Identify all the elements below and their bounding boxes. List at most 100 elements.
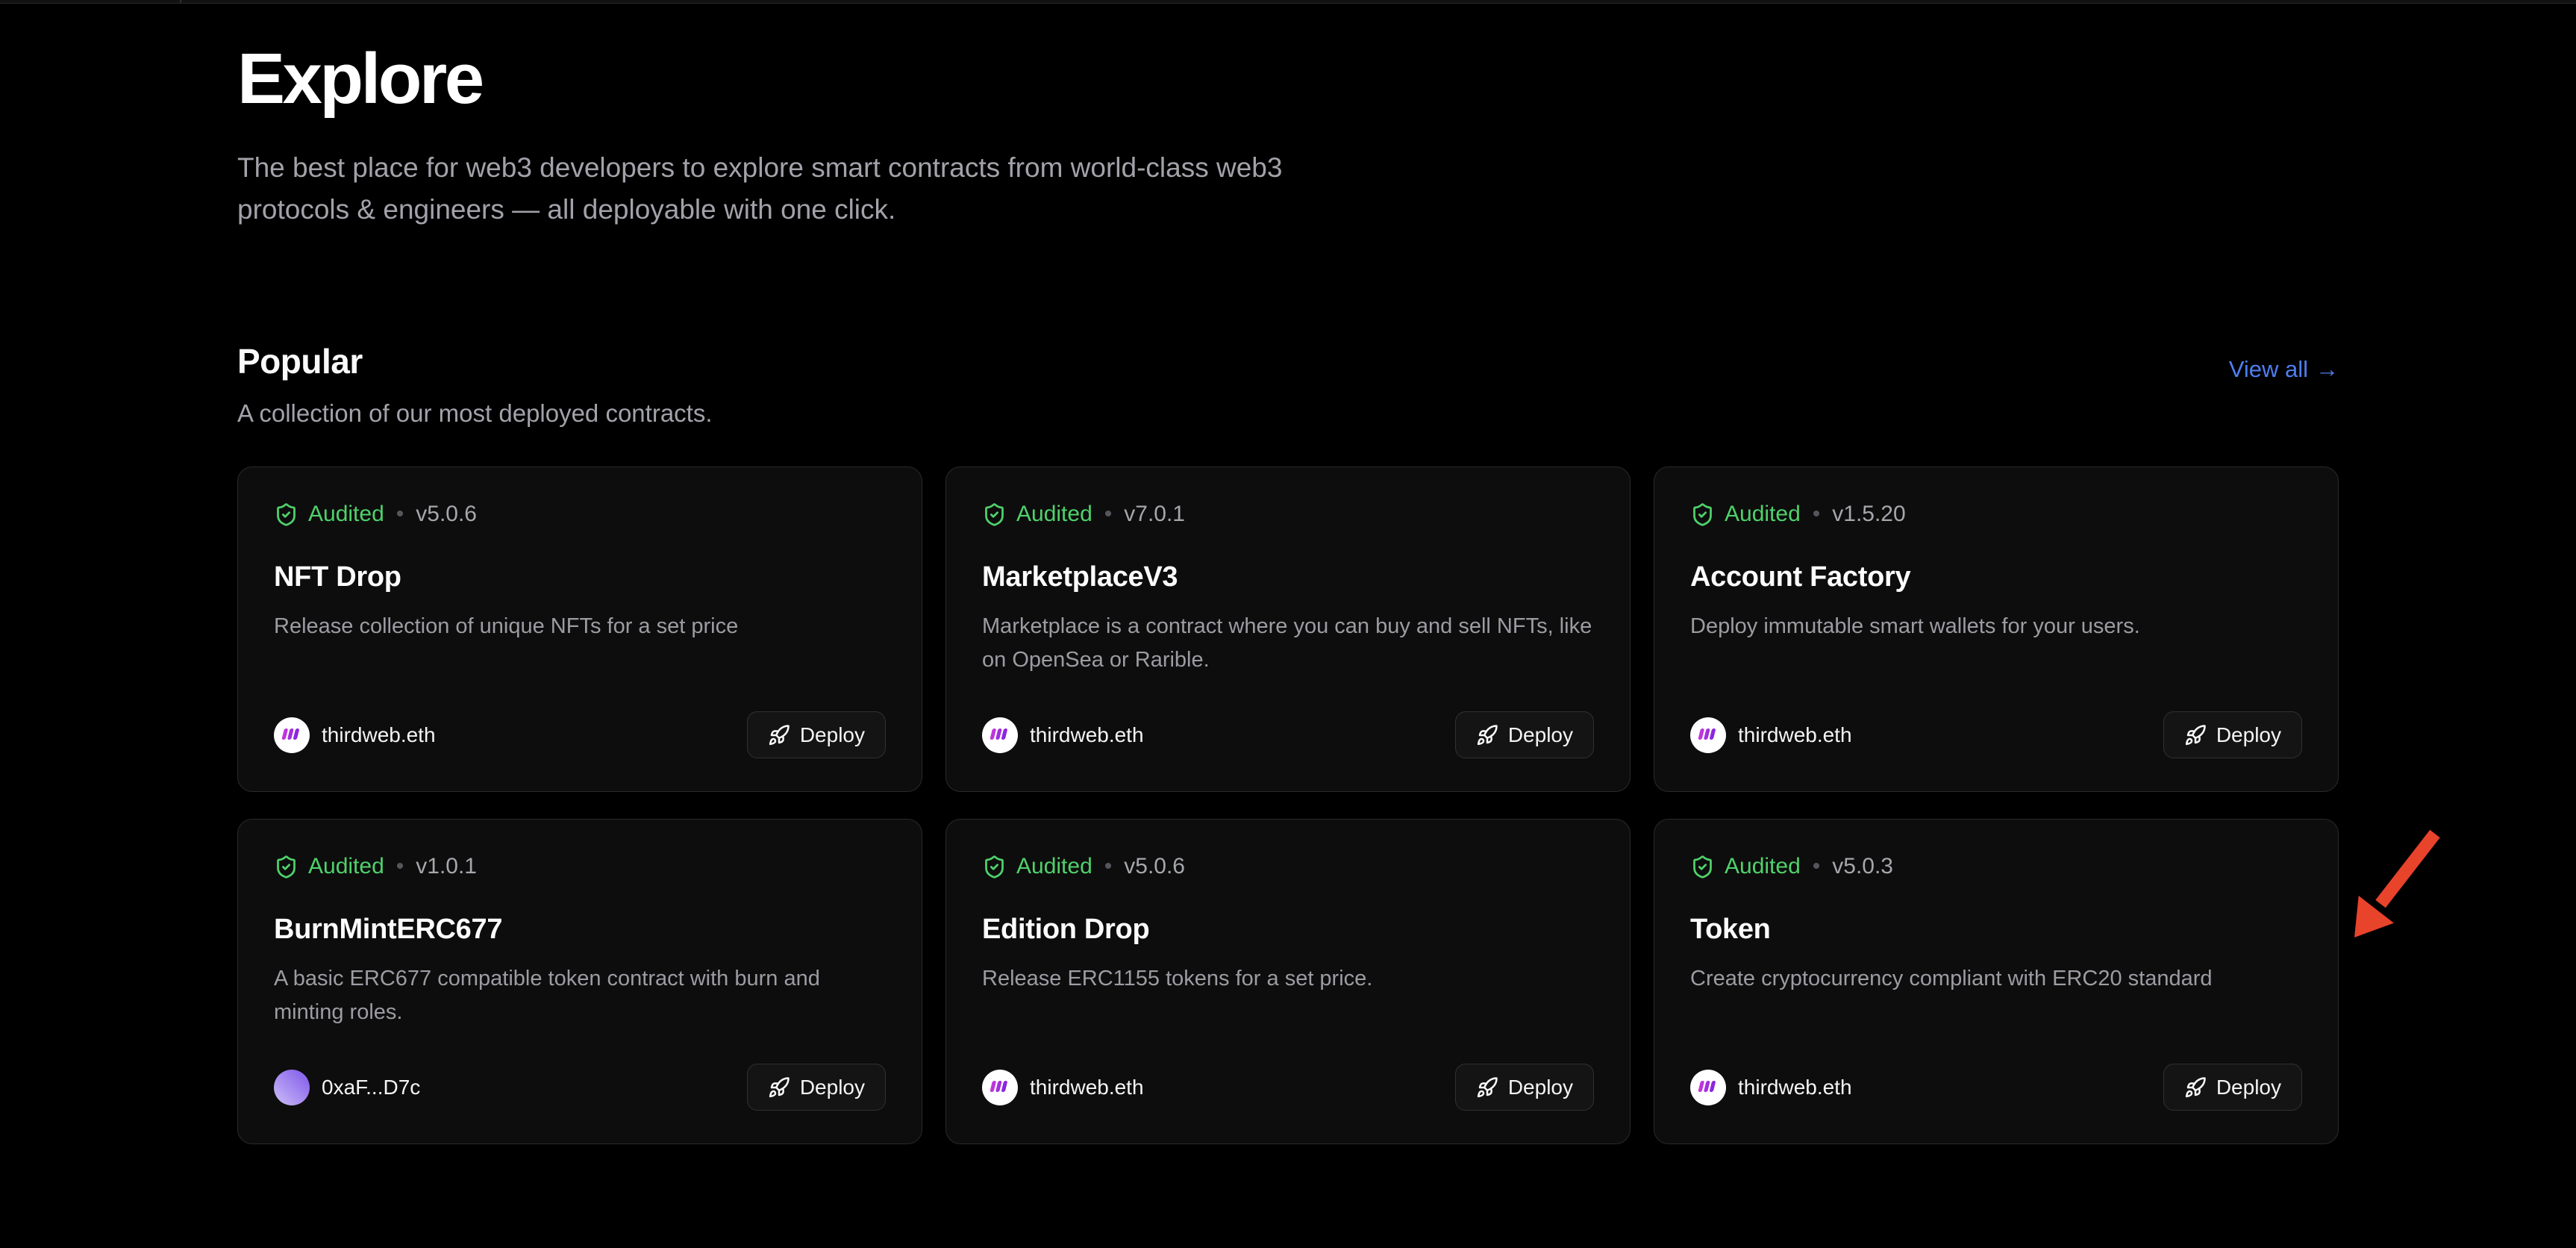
deploy-button[interactable]: Deploy <box>1455 711 1594 758</box>
deploy-button[interactable]: Deploy <box>747 711 886 758</box>
contract-description: Marketplace is a contract where you can … <box>982 610 1594 677</box>
publisher-avatar <box>1690 1070 1726 1105</box>
publisher-link[interactable]: thirdweb.eth <box>274 717 436 753</box>
publisher-avatar <box>982 717 1018 753</box>
page-title: Explore <box>237 38 2339 120</box>
publisher-avatar <box>1690 717 1726 753</box>
publisher-link[interactable]: thirdweb.eth <box>982 1070 1144 1105</box>
thirdweb-logo-icon <box>990 727 1010 743</box>
publisher-link[interactable]: 0xaF...D7c <box>274 1070 420 1105</box>
contract-description: Release ERC1155 tokens for a set price. <box>982 962 1594 996</box>
publisher-avatar <box>274 1070 310 1105</box>
publisher-name: thirdweb.eth <box>1030 723 1144 747</box>
version-label: v1.5.20 <box>1832 502 1905 527</box>
rocket-icon <box>768 1076 790 1099</box>
deploy-button[interactable]: Deploy <box>2163 1064 2302 1111</box>
card-footer: thirdweb.eth Deploy <box>982 1064 1594 1111</box>
publisher-avatar <box>982 1070 1018 1105</box>
deploy-label: Deploy <box>2216 723 2281 747</box>
top-nav-divider <box>180 0 181 3</box>
contract-card-nft-drop[interactable]: Audited • v5.0.6 NFT Drop Release collec… <box>237 467 922 792</box>
badge-row: Audited • v5.0.6 <box>982 854 1594 879</box>
badge-row: Audited • v5.0.3 <box>1690 854 2302 879</box>
publisher-name: thirdweb.eth <box>322 723 436 747</box>
dot-separator: • <box>1104 854 1113 879</box>
contract-card-marketplacev3[interactable]: Audited • v7.0.1 MarketplaceV3 Marketpla… <box>945 467 1631 792</box>
audited-badge: Audited <box>1016 502 1092 527</box>
publisher-name: thirdweb.eth <box>1738 723 1852 747</box>
version-label: v5.0.3 <box>1832 854 1893 879</box>
deploy-button[interactable]: Deploy <box>1455 1064 1594 1111</box>
deploy-label: Deploy <box>800 723 865 747</box>
thirdweb-logo-icon <box>990 1079 1010 1095</box>
contract-title: Account Factory <box>1690 561 2302 593</box>
contract-description: A basic ERC677 compatible token contract… <box>274 962 886 1029</box>
version-label: v7.0.1 <box>1124 502 1185 527</box>
card-footer: thirdweb.eth Deploy <box>1690 711 2302 758</box>
dot-separator: • <box>396 854 404 879</box>
version-label: v5.0.6 <box>416 502 477 527</box>
contract-description: Release collection of unique NFTs for a … <box>274 610 886 643</box>
audited-badge: Audited <box>308 854 384 879</box>
shield-check-icon <box>982 855 1007 879</box>
audited-badge: Audited <box>308 502 384 527</box>
deploy-button[interactable]: Deploy <box>2163 711 2302 758</box>
shield-check-icon <box>982 502 1007 527</box>
explore-page: { "page": { "title": "Explore", "subtitl… <box>0 0 2576 1248</box>
contract-title: BurnMintERC677 <box>274 914 886 946</box>
thirdweb-logo-icon <box>281 727 302 743</box>
badge-row: Audited • v5.0.6 <box>274 502 886 527</box>
deploy-button[interactable]: Deploy <box>747 1064 886 1111</box>
rocket-icon <box>1476 724 1498 746</box>
publisher-name: thirdweb.eth <box>1738 1076 1852 1099</box>
red-arrow-annotation <box>2336 820 2455 954</box>
contracts-grid: Audited • v5.0.6 NFT Drop Release collec… <box>237 467 2339 1144</box>
top-nav-sliver <box>0 0 2576 4</box>
shield-check-icon <box>274 502 298 527</box>
publisher-link[interactable]: thirdweb.eth <box>1690 717 1852 753</box>
card-footer: thirdweb.eth Deploy <box>1690 1064 2302 1111</box>
thirdweb-logo-icon <box>1698 1079 1719 1095</box>
card-footer: 0xaF...D7c Deploy <box>274 1064 886 1111</box>
thirdweb-logo-icon <box>1698 727 1719 743</box>
version-label: v5.0.6 <box>1124 854 1185 879</box>
contract-title: Edition Drop <box>982 914 1594 946</box>
rocket-icon <box>768 724 790 746</box>
contract-title: NFT Drop <box>274 561 886 593</box>
badge-row: Audited • v1.0.1 <box>274 854 886 879</box>
rocket-icon <box>2184 1076 2207 1099</box>
publisher-link[interactable]: thirdweb.eth <box>982 717 1144 753</box>
shield-check-icon <box>1690 502 1715 527</box>
dot-separator: • <box>396 502 404 527</box>
arrow-right-icon: → <box>2316 356 2339 383</box>
publisher-name: thirdweb.eth <box>1030 1076 1144 1099</box>
contract-title: MarketplaceV3 <box>982 561 1594 593</box>
view-all-label: View all <box>2229 356 2308 383</box>
main-content: Explore The best place for web3 develope… <box>237 38 2339 1144</box>
contract-card-edition-drop[interactable]: Audited • v5.0.6 Edition Drop Release ER… <box>945 819 1631 1144</box>
contract-card-burnminterc677[interactable]: Audited • v1.0.1 BurnMintERC677 A basic … <box>237 819 922 1144</box>
card-footer: thirdweb.eth Deploy <box>982 711 1594 758</box>
card-footer: thirdweb.eth Deploy <box>274 711 886 758</box>
badge-row: Audited • v1.5.20 <box>1690 502 2302 527</box>
publisher-name: 0xaF...D7c <box>322 1076 420 1099</box>
badge-row: Audited • v7.0.1 <box>982 502 1594 527</box>
contract-title: Token <box>1690 914 2302 946</box>
popular-heading: Popular <box>237 341 363 381</box>
view-all-link[interactable]: View all → <box>2229 356 2339 383</box>
popular-section-header: Popular View all → <box>237 341 2339 381</box>
contract-card-token[interactable]: Audited • v5.0.3 Token Create cryptocurr… <box>1654 819 2339 1144</box>
publisher-avatar <box>274 717 310 753</box>
contract-description: Deploy immutable smart wallets for your … <box>1690 610 2302 643</box>
deploy-label: Deploy <box>800 1076 865 1099</box>
deploy-label: Deploy <box>2216 1076 2281 1099</box>
rocket-icon <box>1476 1076 1498 1099</box>
audited-badge: Audited <box>1725 854 1801 879</box>
contract-description: Create cryptocurrency compliant with ERC… <box>1690 962 2302 996</box>
popular-subheading: A collection of our most deployed contra… <box>237 399 2339 428</box>
publisher-link[interactable]: thirdweb.eth <box>1690 1070 1852 1105</box>
contract-card-account-factory[interactable]: Audited • v1.5.20 Account Factory Deploy… <box>1654 467 2339 792</box>
dot-separator: • <box>1104 502 1113 527</box>
version-label: v1.0.1 <box>416 854 477 879</box>
rocket-icon <box>2184 724 2207 746</box>
